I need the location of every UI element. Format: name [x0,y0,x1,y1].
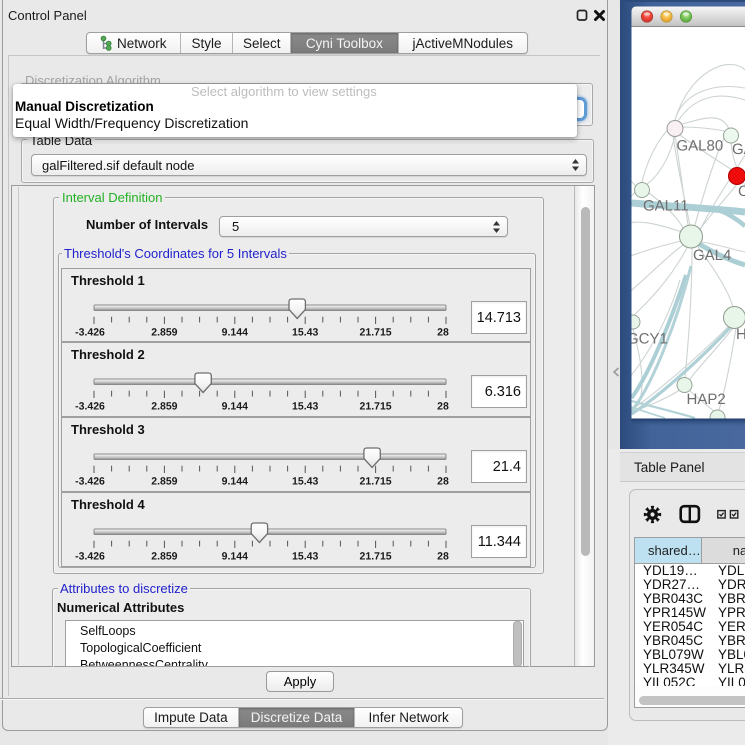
svg-text:21.715: 21.715 [360,401,392,413]
svg-text:GAL11: GAL11 [643,198,689,215]
svg-text:C: C [738,183,745,200]
svg-text:2.859: 2.859 [151,401,177,413]
svg-text:28: 28 [437,327,449,339]
svg-text:-3.426: -3.426 [75,327,105,339]
svg-text:21.715: 21.715 [360,551,392,563]
svg-text:GCY1: GCY1 [627,331,668,348]
svg-text:21.715: 21.715 [360,327,392,339]
svg-text:GAL4: GAL4 [693,247,731,264]
svg-text:28: 28 [437,551,449,563]
svg-text:-3.426: -3.426 [75,476,105,488]
svg-text:15.43: 15.43 [292,551,318,563]
svg-text:-3.426: -3.426 [75,551,105,563]
svg-text:GAL80: GAL80 [677,138,724,155]
svg-text:-3.426: -3.426 [75,401,105,413]
svg-text:GA: GA [732,141,745,158]
svg-text:9.144: 9.144 [222,401,248,413]
svg-text:2.859: 2.859 [151,476,177,488]
svg-text:9.144: 9.144 [222,476,248,488]
svg-text:9.144: 9.144 [222,327,248,339]
svg-text:15.43: 15.43 [292,401,318,413]
svg-text:28: 28 [437,401,449,413]
svg-text:28: 28 [437,476,449,488]
svg-text:HAP2: HAP2 [687,391,726,408]
svg-text:21.715: 21.715 [360,476,392,488]
svg-text:2.859: 2.859 [151,551,177,563]
svg-text:2.859: 2.859 [151,327,177,339]
svg-text:9.144: 9.144 [222,551,248,563]
svg-text:15.43: 15.43 [292,476,318,488]
svg-text:15.43: 15.43 [292,327,318,339]
svg-text:H: H [736,326,745,343]
